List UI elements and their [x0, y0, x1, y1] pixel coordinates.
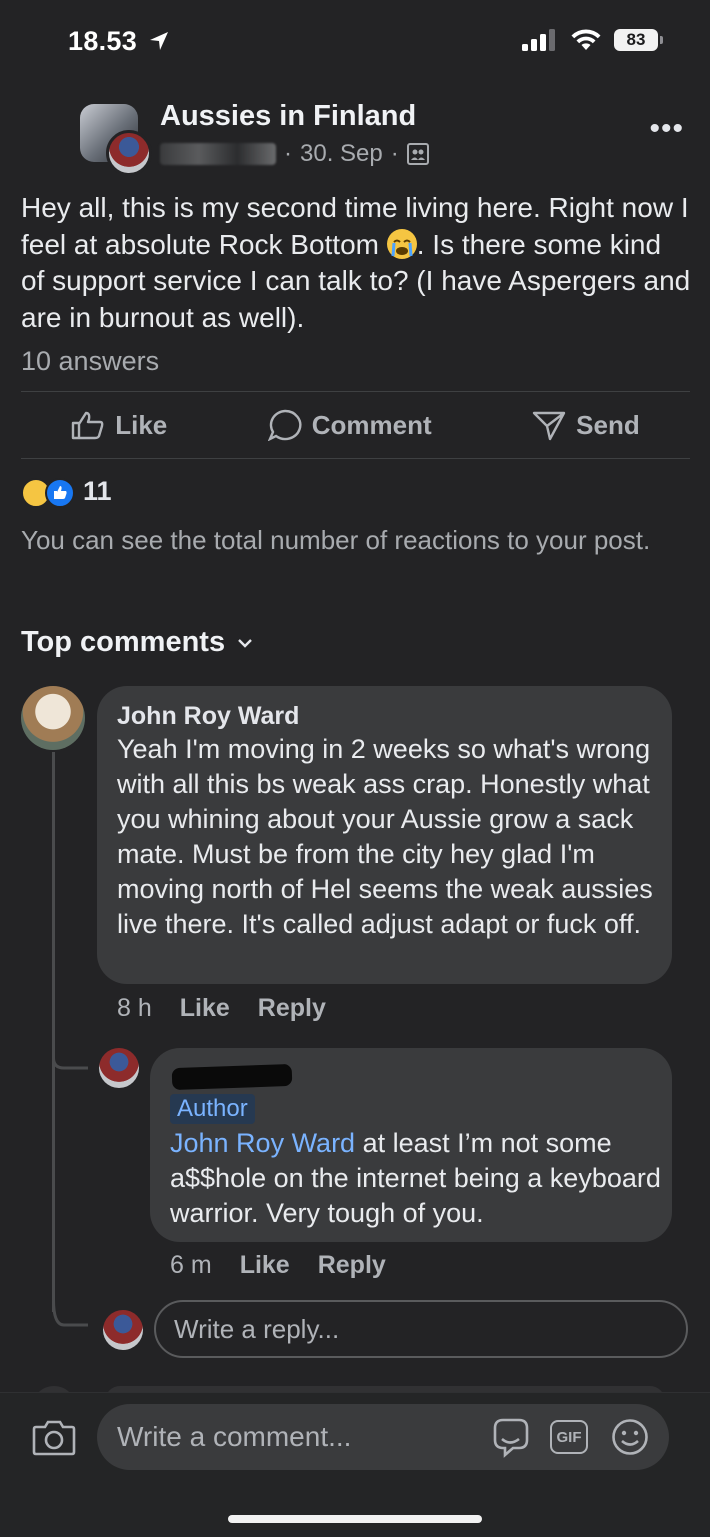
reply-actions: 6 m Like Reply: [170, 1251, 386, 1280]
post-date[interactable]: 30. Sep: [300, 140, 383, 168]
mention-link[interactable]: John Roy Ward: [170, 1128, 355, 1158]
gif-label: GIF: [556, 1428, 582, 1446]
comments-filter-label: Top comments: [21, 626, 226, 658]
battery-icon: 83: [614, 29, 663, 51]
crying-face-emoji-icon: [386, 228, 417, 259]
status-time: 18.53: [68, 26, 171, 57]
status-indicators: 83: [522, 28, 663, 52]
meta-separator: ·: [390, 140, 399, 167]
like-reaction-icon: [45, 477, 75, 508]
comment-text: Yeah I'm moving in 2 weeks so what's wro…: [117, 734, 653, 939]
reply-like-button[interactable]: Like: [240, 1251, 290, 1280]
reply-input[interactable]: Write a reply...: [154, 1300, 688, 1358]
camera-icon[interactable]: [32, 1418, 76, 1456]
signal-icon: [522, 29, 555, 51]
commenter-name[interactable]: John Roy Ward: [117, 702, 299, 731]
more-options-icon[interactable]: •••: [649, 112, 684, 146]
post-actions: Like Comment Send: [21, 392, 690, 458]
comment-button[interactable]: Comment: [267, 409, 432, 441]
author-avatar: [106, 130, 152, 176]
location-arrow-icon: [149, 32, 168, 50]
author-reply-avatar[interactable]: [99, 1048, 139, 1088]
comment-like-button[interactable]: Like: [180, 994, 230, 1023]
chevron-down-icon: [238, 638, 252, 648]
comment-time[interactable]: 8 h: [117, 994, 152, 1023]
comments-filter[interactable]: Top comments: [21, 626, 253, 659]
home-indicator[interactable]: [228, 1515, 482, 1523]
reply-placeholder: Write a reply...: [174, 1313, 340, 1344]
like-button[interactable]: Like: [71, 410, 167, 441]
author-badge-wrap: Author: [170, 1094, 255, 1124]
comment-bubble-icon: [267, 409, 302, 441]
wifi-icon: [571, 29, 601, 50]
comment-bubble[interactable]: John Roy Ward Yeah I'm moving in 2 weeks…: [97, 686, 672, 984]
my-avatar: [103, 1310, 143, 1350]
reply-text: John Roy Ward at least I’m not some a$$h…: [170, 1126, 666, 1231]
comment-reply-button[interactable]: Reply: [258, 994, 326, 1023]
group-name[interactable]: Aussies in Finland: [160, 100, 416, 133]
battery-level: 83: [626, 30, 646, 49]
thumbs-up-icon: [72, 411, 104, 440]
status-time-text: 18.53: [68, 26, 138, 56]
reactions-summary[interactable]: 11: [21, 476, 112, 508]
avatar-sticker-icon[interactable]: [489, 1416, 531, 1458]
reply-time[interactable]: 6 m: [170, 1251, 212, 1280]
send-icon: [532, 411, 566, 441]
gif-button[interactable]: GIF: [550, 1420, 588, 1454]
redacted-author-name: [171, 1063, 293, 1091]
send-button[interactable]: Send: [532, 409, 640, 441]
reactions-note: You can see the total number of reaction…: [21, 525, 651, 555]
reaction-icons: [21, 477, 75, 508]
commenter-avatar[interactable]: [21, 686, 85, 750]
comment-label: Comment: [311, 409, 432, 440]
emoji-icon[interactable]: [611, 1418, 649, 1456]
send-label: Send: [576, 409, 640, 440]
post-meta: · 30. Sep ·: [160, 140, 429, 168]
divider: [21, 458, 690, 459]
group-avatar[interactable]: [80, 104, 152, 176]
redacted-author-name: [160, 143, 276, 165]
reply-bubble[interactable]: Author John Roy Ward at least I’m not so…: [150, 1048, 672, 1242]
comment-actions: 8 h Like Reply: [117, 994, 326, 1023]
like-label: Like: [115, 409, 168, 440]
answers-count[interactable]: 10 answers: [21, 346, 159, 377]
comment-placeholder: Write a comment...: [117, 1421, 352, 1452]
meta-separator: ·: [284, 140, 292, 167]
author-badge: Author: [170, 1094, 255, 1124]
reply-connector: [52, 1040, 88, 1327]
members-audience-icon: [406, 143, 429, 165]
post-body: Hey all, this is my second time living h…: [21, 190, 691, 336]
reply-reply-button[interactable]: Reply: [318, 1251, 386, 1280]
reaction-count: 11: [83, 476, 112, 506]
